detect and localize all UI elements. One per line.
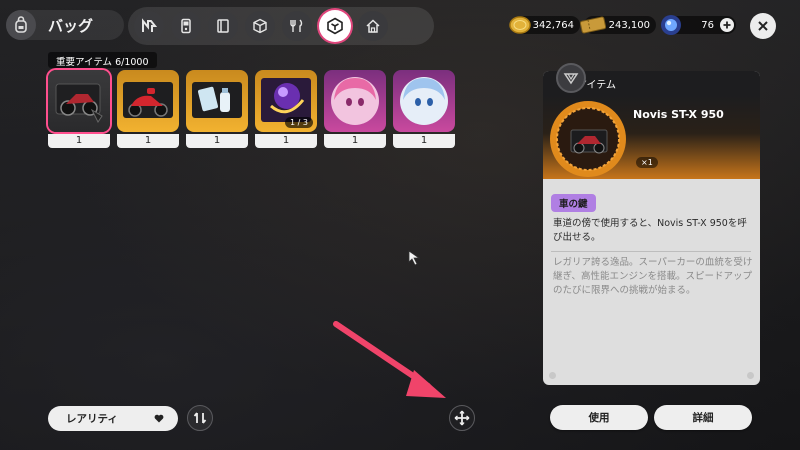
item-frame: 1 / 3 (255, 70, 317, 132)
gem-icon (661, 15, 681, 35)
gold-coin-icon (509, 16, 531, 34)
move-icon (454, 410, 470, 426)
inventory-item-scooter[interactable]: 1 (117, 70, 179, 148)
corner-dot (747, 372, 754, 379)
category-tabs (128, 7, 434, 45)
section-label: 重要アイテム 6/1000 (48, 52, 157, 68)
fork-knife-icon (290, 19, 303, 32)
item-frame (48, 70, 110, 132)
close-icon (758, 21, 768, 31)
scooter-icon (123, 82, 173, 118)
tab-book[interactable] (208, 11, 238, 41)
sort-label: レアリティ (66, 413, 118, 425)
item-emblem-icon (550, 101, 626, 177)
supplies-icon (192, 82, 242, 118)
tab-device[interactable] (171, 11, 201, 41)
motorcycle-icon (55, 83, 103, 123)
item-banner: Novis ST-X 950 ×1 (543, 96, 760, 179)
tab-key-items[interactable] (319, 10, 351, 42)
item-quantity: 1 (255, 134, 317, 148)
inventory-item-blue-character[interactable]: 1 (393, 70, 455, 148)
item-quantity: 1 (393, 134, 455, 148)
item-count-badge: 1 / 3 (285, 117, 313, 128)
item-quantity: 1 (117, 134, 179, 148)
close-button[interactable] (750, 13, 776, 39)
inventory-item-motorcycle[interactable]: 1 (48, 70, 110, 148)
item-frame (117, 70, 179, 132)
item-frame (186, 70, 248, 132)
corner-dot (549, 372, 556, 379)
header-title-group: バッグ (6, 10, 124, 40)
sort-select[interactable]: レアリティ (48, 406, 178, 431)
tab-food[interactable] (282, 11, 312, 41)
gem-currency: 76 (661, 15, 736, 35)
item-owned-qty: ×1 (636, 157, 658, 168)
handheld-device-icon (181, 18, 191, 34)
tab-home[interactable] (358, 11, 388, 41)
tab-box[interactable] (245, 11, 275, 41)
item-quantity: 1 (186, 134, 248, 148)
pink-hair-character-icon (331, 77, 379, 125)
item-description: 車道の傍で使用すると、Novis ST-X 950を呼び出せる。 (553, 218, 747, 243)
key-item-icon (327, 17, 343, 35)
backpack-icon[interactable] (6, 10, 36, 40)
home-icon (366, 19, 380, 33)
blue-hair-character-icon (400, 77, 448, 125)
mouse-cursor-icon (408, 250, 421, 266)
item-name: Novis ST-X 950 (633, 108, 724, 121)
book-icon (217, 19, 229, 33)
box-icon (253, 18, 267, 34)
item-lore: レガリア誇る逸品。スーパーカーの血統を受け継ぎ、高性能エンジンを搭載。スピードア… (553, 257, 753, 296)
item-quantity: 1 (324, 134, 386, 148)
use-button[interactable]: 使用 (550, 405, 648, 430)
detail-button[interactable]: 詳細 (654, 405, 752, 430)
heart-icon (154, 414, 164, 423)
item-frame (393, 70, 455, 132)
ticket-currency: 243,100 (580, 15, 656, 35)
inventory-item-pink-character[interactable]: 1 (324, 70, 386, 148)
n-logo-icon (142, 18, 157, 32)
annotation-arrow-icon (333, 321, 446, 398)
category-emblem (556, 63, 586, 93)
page-title: バッグ (48, 16, 94, 35)
sort-order-button[interactable] (187, 405, 213, 431)
add-gem-button[interactable] (720, 18, 734, 32)
item-frame (324, 70, 386, 132)
tab-n[interactable] (134, 11, 164, 41)
item-tag: 車の鍵 (551, 194, 596, 212)
inventory-item-purple-orb[interactable]: 1 / 3 1 (255, 70, 317, 148)
chevron-emblem-icon (563, 73, 579, 85)
item-detail-panel: アイテム Novis ST-X 950 ×1 車の鍵 車道の傍で使用すると、No… (543, 71, 760, 385)
gold-currency: 342,764 (509, 15, 580, 35)
ticket-icon (580, 16, 606, 34)
inventory-item-supplies[interactable]: 1 (186, 70, 248, 148)
plus-icon (723, 21, 731, 29)
sort-order-icon (193, 412, 207, 424)
divider (551, 251, 751, 252)
item-quantity: 1 (48, 134, 110, 148)
move-button[interactable] (449, 405, 475, 431)
